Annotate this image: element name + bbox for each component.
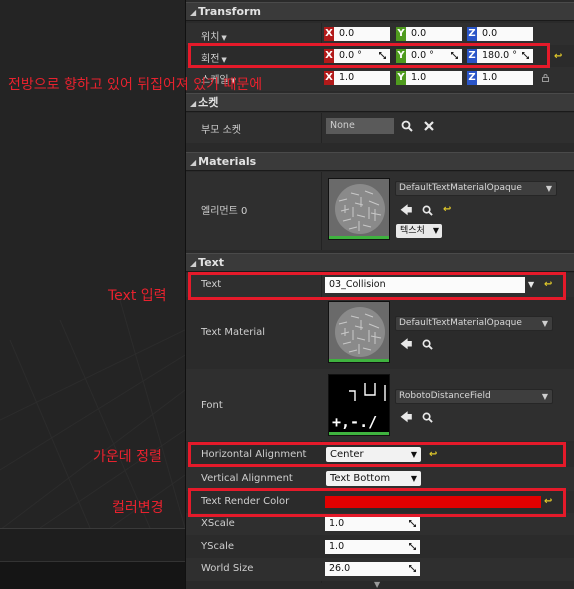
parent-socket-label: 부모 소켓 xyxy=(201,125,241,136)
transform-title: Transform xyxy=(198,5,261,18)
text-material-thumbnail[interactable] xyxy=(328,301,390,363)
parent-socket-field[interactable]: None xyxy=(326,118,394,134)
use-selected-arrow-icon[interactable]: 🡄 xyxy=(400,411,412,423)
drag-handle-icon[interactable] xyxy=(521,51,530,60)
collapse-triangle-icon: ◢ xyxy=(190,158,197,167)
scale-z-field[interactable]: Z 1.0 xyxy=(467,71,533,85)
xscale-field[interactable]: 1.0 xyxy=(325,517,420,531)
text-section-header[interactable]: ◢ Text xyxy=(186,253,574,272)
material-type-bar xyxy=(329,236,389,239)
collapse-triangle-icon: ◢ xyxy=(190,8,197,17)
font-asset-picker[interactable]: RobotoDistanceField ▼ xyxy=(395,389,553,404)
world-size-field[interactable]: 26.0 xyxy=(325,562,420,576)
chevron-down-icon: ▼ xyxy=(410,450,417,459)
chevron-down-icon: ▼ xyxy=(541,392,548,401)
clear-icon[interactable] xyxy=(424,121,434,131)
center-annotation: 가운데 정렬 xyxy=(93,449,162,465)
reset-to-default-icon[interactable]: ↩ xyxy=(544,280,552,290)
reset-to-default-icon[interactable]: ↩ xyxy=(443,205,451,215)
transform-section-header[interactable]: ◢ Transform xyxy=(186,2,574,21)
chevron-down-icon: ▼ xyxy=(545,184,552,193)
reset-to-default-icon[interactable]: ↩ xyxy=(554,52,562,62)
font-thumbnail[interactable]: +,-./ xyxy=(328,374,390,436)
drag-handle-icon[interactable] xyxy=(408,519,417,528)
material-preview-image xyxy=(329,179,389,239)
vertical-alignment-label: Vertical Alignment xyxy=(201,473,293,484)
yscale-label: YScale xyxy=(201,541,235,552)
column-divider[interactable] xyxy=(321,172,322,250)
socket-section-header[interactable]: ◢ 소켓 xyxy=(186,93,574,112)
location-z-field[interactable]: Z 0.0 xyxy=(467,27,533,41)
drag-handle-icon[interactable] xyxy=(378,51,387,60)
horizontal-alignment-dropdown[interactable]: Center ▼ xyxy=(326,447,421,462)
text-material-label: Text Material xyxy=(201,327,266,338)
text-render-color-label: Text Render Color xyxy=(201,496,290,507)
search-icon[interactable] xyxy=(401,120,413,132)
element-0-label: 엘리먼트 0 xyxy=(201,206,248,217)
material-thumbnail[interactable] xyxy=(328,178,390,240)
chevron-down-icon: ▼ xyxy=(432,226,439,235)
collapse-triangle-icon: ◢ xyxy=(190,99,197,108)
search-icon[interactable] xyxy=(422,412,433,423)
location-y-field[interactable]: Y 0.0 xyxy=(396,27,462,41)
location-label[interactable]: 위치 ▼ xyxy=(201,28,227,43)
materials-section-header[interactable]: ◢ Materials xyxy=(186,152,574,171)
material-preview-image xyxy=(329,302,389,362)
material-type-bar xyxy=(329,359,389,362)
color-annotation: 컬러변경 xyxy=(112,500,164,516)
text-input[interactable]: 03_Collision xyxy=(325,277,525,293)
chevron-down-icon: ▼ xyxy=(541,319,548,328)
text-label: Text xyxy=(201,279,222,290)
reset-to-default-icon[interactable]: ↩ xyxy=(544,497,552,507)
xscale-label: XScale xyxy=(201,518,235,529)
text-annotation: Text 입력 xyxy=(108,288,167,304)
rotation-x-field[interactable]: X 0.0 ° xyxy=(324,49,390,63)
column-divider[interactable] xyxy=(321,113,322,143)
search-icon[interactable] xyxy=(422,205,433,216)
chevron-down-icon: ▼ xyxy=(221,56,227,64)
font-preview-image: +,-./ xyxy=(329,375,389,435)
bottom-panel xyxy=(0,528,185,589)
rotation-z-field[interactable]: Z 180.0 ° xyxy=(467,49,533,63)
lock-icon[interactable] xyxy=(542,74,549,82)
search-icon[interactable] xyxy=(422,339,433,350)
chevron-down-icon[interactable]: ▼ xyxy=(528,279,534,291)
font-label: Font xyxy=(201,400,223,411)
scale-y-field[interactable]: Y 1.0 xyxy=(396,71,462,85)
text-material-asset-picker[interactable]: DefaultTextMaterialOpaque ▼ xyxy=(395,316,553,331)
font-type-bar xyxy=(329,432,389,435)
material-asset-picker[interactable]: DefaultTextMaterialOpaque ▼ xyxy=(395,181,557,196)
chevron-down-icon: ▼ xyxy=(221,34,227,42)
svg-text:+,-./: +,-./ xyxy=(332,413,377,431)
drag-handle-icon[interactable] xyxy=(408,542,417,551)
vertical-alignment-dropdown[interactable]: Text Bottom ▼ xyxy=(326,471,421,486)
location-x-field[interactable]: X 0.0 xyxy=(324,27,390,41)
use-selected-arrow-icon[interactable]: 🡄 xyxy=(400,338,412,350)
use-selected-arrow-icon[interactable]: 🡄 xyxy=(400,204,412,216)
texture-button[interactable]: 텍스처 ▼ xyxy=(396,224,442,238)
rotation-annotation: 전방으로 향하고 있어 뒤집어져 있기 때문에 xyxy=(8,77,263,93)
rotation-y-field[interactable]: Y 0.0 ° xyxy=(396,49,462,63)
expand-advanced-icon[interactable]: ▼ xyxy=(374,580,380,589)
chevron-down-icon: ▼ xyxy=(410,474,417,483)
reset-to-default-icon[interactable]: ↩ xyxy=(429,450,437,460)
horizontal-alignment-label: Horizontal Alignment xyxy=(201,449,307,460)
rotation-label[interactable]: 회전 ▼ xyxy=(201,50,227,65)
world-size-label: World Size xyxy=(201,563,254,574)
collapse-triangle-icon: ◢ xyxy=(190,259,197,268)
yscale-field[interactable]: 1.0 xyxy=(325,540,420,554)
scale-x-field[interactable]: X 1.0 xyxy=(324,71,390,85)
drag-handle-icon[interactable] xyxy=(450,51,459,60)
bottom-panel-strip xyxy=(0,561,185,589)
text-render-color-swatch[interactable] xyxy=(325,496,541,508)
drag-handle-icon[interactable] xyxy=(408,564,417,573)
